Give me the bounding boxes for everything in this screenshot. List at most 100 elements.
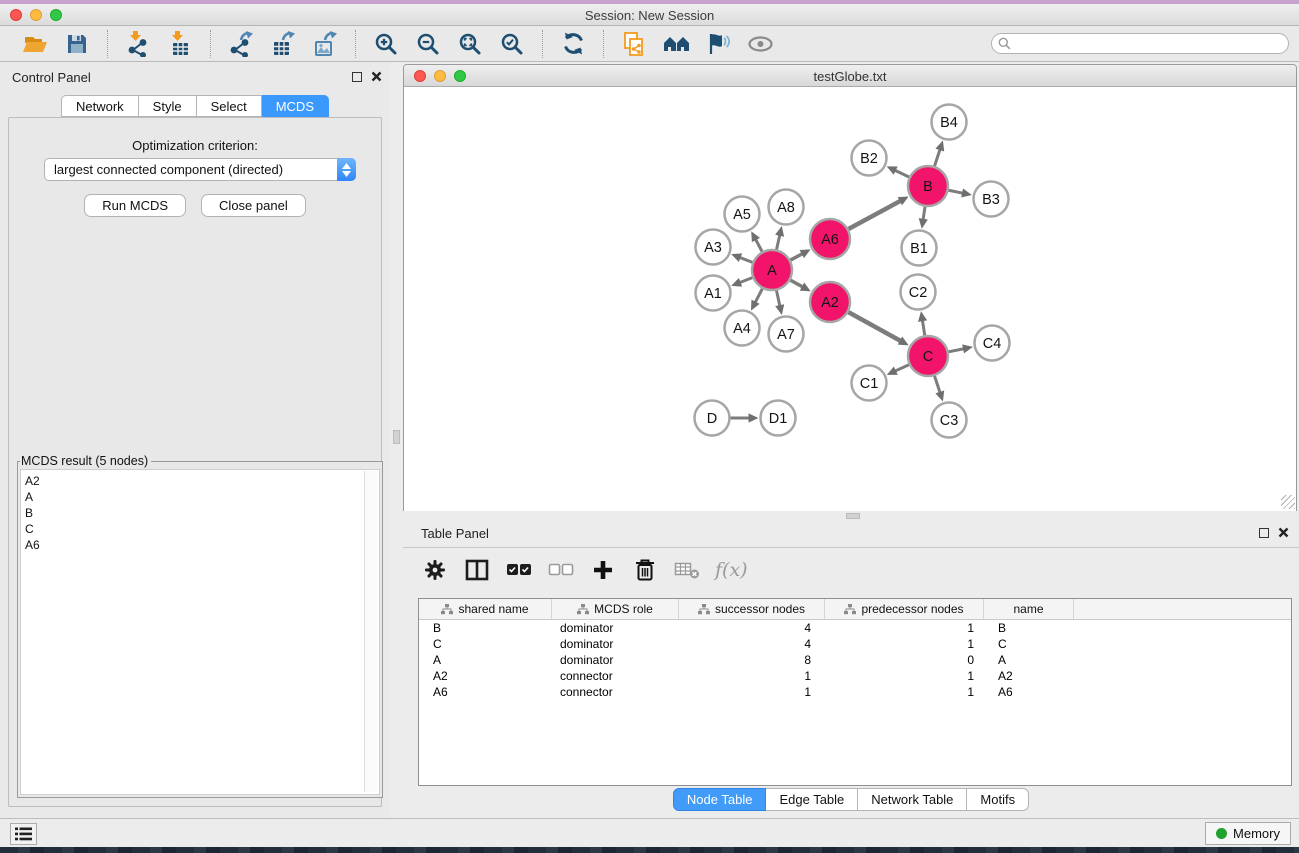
tab-motifs[interactable]: Motifs bbox=[967, 788, 1029, 811]
cell-predecessor-nodes[interactable]: 1 bbox=[825, 637, 984, 651]
cell-mcds-role[interactable]: dominator bbox=[552, 653, 679, 667]
graph-edge-A2-C[interactable] bbox=[848, 312, 901, 341]
result-item[interactable]: A6 bbox=[25, 537, 379, 553]
float-panel-icon[interactable] bbox=[352, 72, 362, 82]
search-input[interactable] bbox=[991, 33, 1289, 54]
zoom-fit-icon[interactable] bbox=[452, 29, 488, 59]
table-row[interactable]: A2 connector 1 1 A2 bbox=[419, 668, 1291, 684]
graph-edge-B-B4[interactable] bbox=[935, 148, 941, 166]
tab-network-table[interactable]: Network Table bbox=[858, 788, 967, 811]
result-item[interactable]: A bbox=[25, 489, 379, 505]
table-row[interactable]: A dominator 8 0 A bbox=[419, 652, 1291, 668]
graph-edge-A-A6[interactable] bbox=[791, 253, 804, 260]
cell-name[interactable]: A6 bbox=[984, 685, 1074, 699]
graph-edge-C-C3[interactable] bbox=[935, 376, 941, 394]
cell-predecessor-nodes[interactable]: 0 bbox=[825, 653, 984, 667]
column-header-shared-name[interactable]: shared name bbox=[419, 599, 552, 619]
export-network-icon[interactable] bbox=[223, 29, 259, 59]
cell-mcds-role[interactable]: dominator bbox=[552, 621, 679, 635]
tab-node-table[interactable]: Node Table bbox=[673, 788, 767, 811]
show-column-panel-icon[interactable] bbox=[463, 556, 491, 584]
cell-successor-nodes[interactable]: 1 bbox=[679, 685, 825, 699]
cell-shared-name[interactable]: B bbox=[419, 621, 552, 635]
column-header-mcds-role[interactable]: MCDS role bbox=[552, 599, 679, 619]
graph-edge-A6-B[interactable] bbox=[848, 200, 901, 229]
memory-button[interactable]: Memory bbox=[1205, 822, 1291, 845]
delete-table-icon[interactable] bbox=[673, 556, 701, 584]
network-canvas[interactable]: B4B2BB3A8A5A6A3B1AA1C2A2A4A7CC4C1C3DD1 bbox=[404, 88, 1296, 511]
refresh-layout-icon[interactable] bbox=[555, 29, 591, 59]
cell-successor-nodes[interactable]: 4 bbox=[679, 637, 825, 651]
delete-column-trash-icon[interactable] bbox=[631, 556, 659, 584]
float-table-panel-icon[interactable] bbox=[1259, 528, 1269, 538]
graph-edge-C-C2[interactable] bbox=[922, 319, 925, 335]
graph-edge-A-A2[interactable] bbox=[790, 280, 803, 287]
mcds-result-list[interactable]: A2 A B C A6 bbox=[20, 469, 380, 795]
column-header-name[interactable]: name bbox=[984, 599, 1074, 619]
close-table-panel-icon[interactable] bbox=[1278, 527, 1289, 538]
run-mcds-button[interactable]: Run MCDS bbox=[84, 194, 186, 217]
cell-name[interactable]: B bbox=[984, 621, 1074, 635]
cell-successor-nodes[interactable]: 1 bbox=[679, 669, 825, 683]
cell-successor-nodes[interactable]: 4 bbox=[679, 621, 825, 635]
tab-style[interactable]: Style bbox=[139, 95, 197, 117]
column-header-predecessor-nodes[interactable]: predecessor nodes bbox=[825, 599, 984, 619]
import-network-icon[interactable] bbox=[120, 29, 156, 59]
graph-edge-A-A4[interactable] bbox=[755, 289, 763, 304]
cell-predecessor-nodes[interactable]: 1 bbox=[825, 669, 984, 683]
graph-edge-A-A5[interactable] bbox=[755, 238, 762, 251]
result-item[interactable]: C bbox=[25, 521, 379, 537]
cell-successor-nodes[interactable]: 8 bbox=[679, 653, 825, 667]
export-table-icon[interactable] bbox=[265, 29, 301, 59]
cell-mcds-role[interactable]: connector bbox=[552, 669, 679, 683]
tab-edge-table[interactable]: Edge Table bbox=[766, 788, 858, 811]
graph-edge-B-B3[interactable] bbox=[949, 190, 965, 193]
graph-edge-B-B2[interactable] bbox=[894, 170, 909, 177]
graph-edge-C-C4[interactable] bbox=[949, 348, 965, 351]
tab-mcds[interactable]: MCDS bbox=[262, 95, 329, 117]
graph-edge-A-A1[interactable] bbox=[739, 278, 753, 283]
table-row[interactable]: B dominator 4 1 B bbox=[419, 620, 1291, 636]
zoom-selected-icon[interactable] bbox=[494, 29, 530, 59]
horizontal-splitter-handle[interactable] bbox=[846, 513, 860, 519]
table-row[interactable]: A6 connector 1 1 A6 bbox=[419, 684, 1291, 700]
vertical-splitter-handle[interactable] bbox=[393, 430, 400, 444]
result-item[interactable]: B bbox=[25, 505, 379, 521]
graph-edge-A-A7[interactable] bbox=[776, 291, 780, 308]
graph-edge-A-A3[interactable] bbox=[739, 257, 753, 262]
window-resize-grip[interactable] bbox=[1281, 495, 1295, 509]
function-builder-icon[interactable]: f(x) bbox=[715, 559, 748, 581]
home-pair-icon[interactable] bbox=[658, 29, 694, 59]
export-image-icon[interactable] bbox=[307, 29, 343, 59]
import-table-icon[interactable] bbox=[162, 29, 198, 59]
result-item[interactable]: A2 bbox=[25, 473, 379, 489]
zoom-in-icon[interactable] bbox=[368, 29, 404, 59]
create-column-plus-icon[interactable] bbox=[589, 556, 617, 584]
graph-edge-B-B1[interactable] bbox=[923, 207, 925, 221]
cell-shared-name[interactable]: C bbox=[419, 637, 552, 651]
result-list-scrollbar[interactable] bbox=[364, 471, 377, 792]
cell-shared-name[interactable]: A bbox=[419, 653, 552, 667]
table-row[interactable]: C dominator 4 1 C bbox=[419, 636, 1291, 652]
cell-mcds-role[interactable]: dominator bbox=[552, 637, 679, 651]
cell-name[interactable]: A2 bbox=[984, 669, 1074, 683]
zoom-out-icon[interactable] bbox=[410, 29, 446, 59]
cell-name[interactable]: C bbox=[984, 637, 1074, 651]
cell-name[interactable]: A bbox=[984, 653, 1074, 667]
cell-mcds-role[interactable]: connector bbox=[552, 685, 679, 699]
select-all-columns-icon[interactable] bbox=[505, 556, 533, 584]
task-history-button[interactable] bbox=[10, 823, 37, 845]
table-settings-gear-icon[interactable] bbox=[421, 556, 449, 584]
cell-predecessor-nodes[interactable]: 1 bbox=[825, 621, 984, 635]
duplicate-network-icon[interactable] bbox=[616, 29, 652, 59]
cell-shared-name[interactable]: A6 bbox=[419, 685, 552, 699]
column-header-successor-nodes[interactable]: successor nodes bbox=[679, 599, 825, 619]
cell-predecessor-nodes[interactable]: 1 bbox=[825, 685, 984, 699]
eye-icon[interactable] bbox=[742, 29, 778, 59]
cell-shared-name[interactable]: A2 bbox=[419, 669, 552, 683]
open-file-icon[interactable] bbox=[17, 29, 53, 59]
hide-graphics-details-icon[interactable] bbox=[700, 29, 736, 59]
graph-edge-C-C1[interactable] bbox=[894, 365, 909, 372]
unselect-all-columns-icon[interactable] bbox=[547, 556, 575, 584]
save-session-icon[interactable] bbox=[59, 29, 95, 59]
